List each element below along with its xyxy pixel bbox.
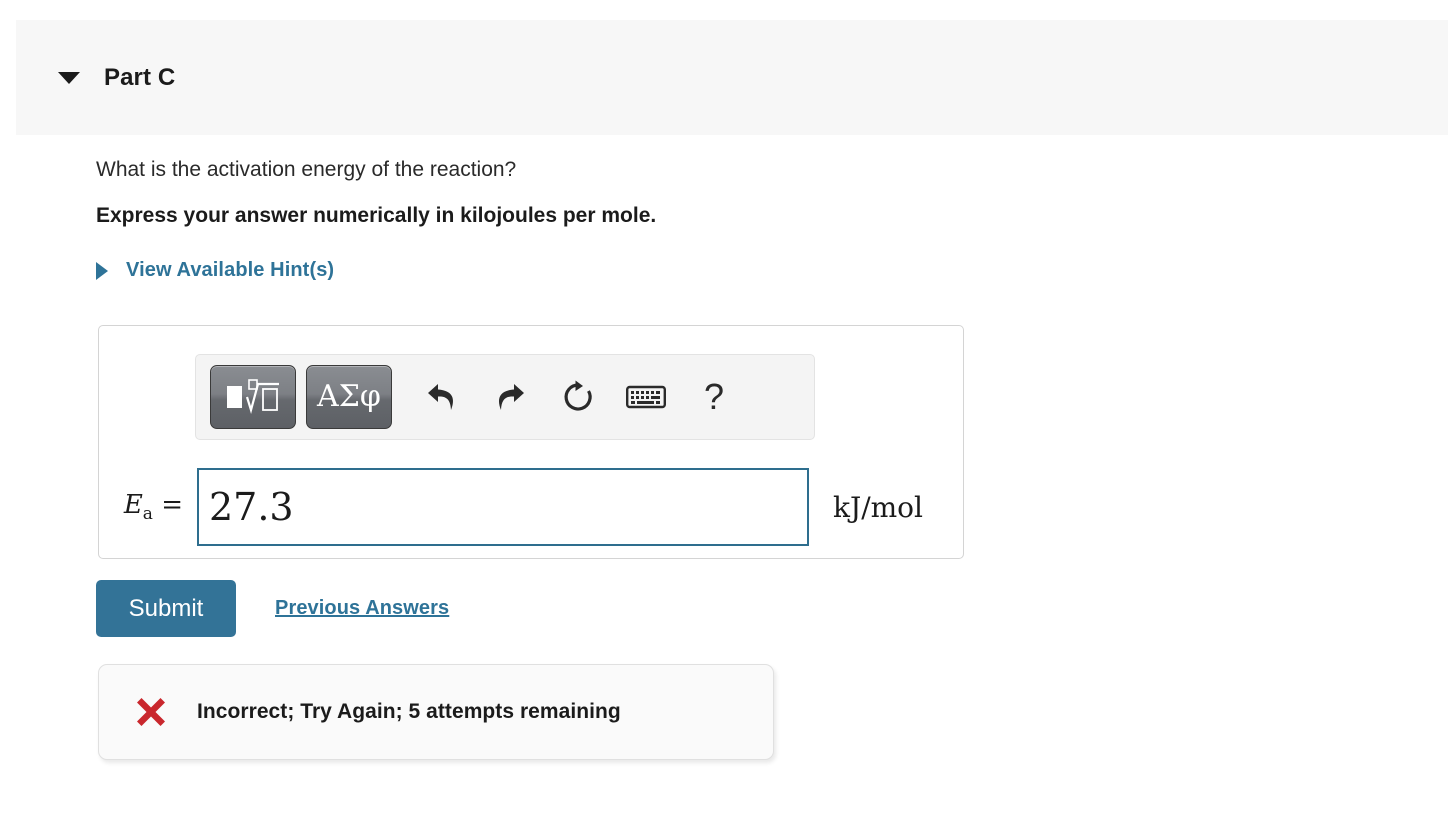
redo-arrow-icon <box>498 384 524 410</box>
part-collapse-toggle[interactable] <box>46 71 92 84</box>
caret-down-icon <box>58 71 80 84</box>
answer-input-row: Ea = kJ/mol <box>99 464 963 550</box>
caret-right-icon <box>96 261 108 280</box>
answer-variable-subscript: a <box>142 504 153 525</box>
undo-arrow-icon <box>428 384 454 410</box>
keyboard-button[interactable] <box>618 369 674 425</box>
feedback-message: Incorrect; Try Again; 5 attempts remaini… <box>197 700 621 723</box>
question-instruction: Express your answer numerically in kiloj… <box>96 204 657 227</box>
submit-row: Submit Previous Answers <box>96 580 449 637</box>
reset-button[interactable] <box>550 369 606 425</box>
part-header-band: Part C <box>16 20 1448 135</box>
question-prompt: What is the activation energy of the rea… <box>96 158 517 181</box>
page-title: Part C <box>104 63 176 91</box>
keyboard-icon <box>626 385 666 409</box>
greek-letters-icon: ΑΣφ <box>317 379 381 414</box>
answer-variable-label: Ea = <box>99 490 197 524</box>
redo-button[interactable] <box>482 369 538 425</box>
feedback-box: Incorrect; Try Again; 5 attempts remaini… <box>98 664 774 760</box>
square-root-template-icon <box>227 379 279 414</box>
question-body: What is the activation energy of the rea… <box>96 155 1396 304</box>
answer-equals-sign: = <box>161 489 183 520</box>
feedback-icon-wrap <box>127 696 175 728</box>
answer-unit-label: kJ/mol <box>833 490 923 524</box>
greek-symbols-button[interactable]: ΑΣφ <box>306 365 392 429</box>
previous-answers-link[interactable]: Previous Answers <box>275 597 449 620</box>
math-toolbar: ΑΣφ ? <box>195 354 815 440</box>
submit-button[interactable]: Submit <box>96 580 236 637</box>
answer-panel: ΑΣφ ? Ea = 27.3 kJ/mol <box>98 325 964 559</box>
view-hints-toggle[interactable]: View Available Hint(s) <box>96 259 334 282</box>
red-x-icon <box>137 698 165 726</box>
help-button[interactable]: ? <box>686 369 742 425</box>
answer-variable-symbol: E <box>123 489 143 520</box>
math-templates-button[interactable] <box>210 365 296 429</box>
undo-button[interactable] <box>414 369 470 425</box>
question-mark-icon: ? <box>703 376 725 417</box>
answer-input[interactable] <box>197 468 809 546</box>
reset-circular-arrow-icon <box>564 380 592 411</box>
view-hints-label: View Available Hint(s) <box>126 259 335 281</box>
